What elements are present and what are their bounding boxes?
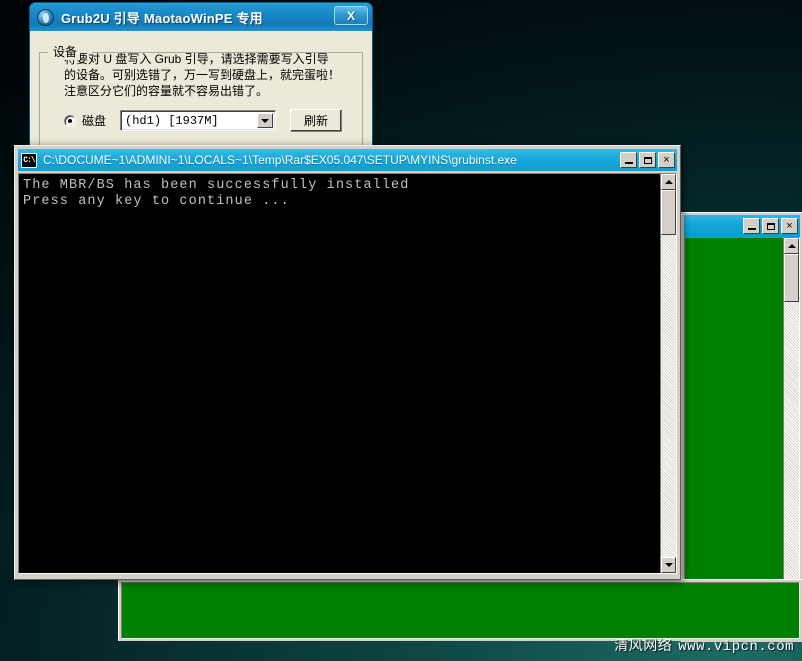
- device-description-line-3: 注意区分它们的容量就不容易出错了。: [64, 84, 269, 98]
- watermark-brand: 清风网络: [614, 637, 673, 653]
- console-window[interactable]: C:\ C:\DOCUME~1\ADMINI~1\LOCALS~1\Temp\R…: [14, 145, 681, 580]
- chevron-down-glyph: [261, 118, 270, 123]
- disk-select[interactable]: (hd1) [1937M]: [120, 110, 277, 131]
- minimize-icon: [624, 162, 633, 164]
- maximize-icon: [766, 222, 775, 230]
- disk-select-value: (hd1) [1937M]: [125, 113, 219, 128]
- desktop: × Grub2U 引导 MaotaoWinPE 专用 X 设备 将要对 U 盘写…: [0, 0, 802, 661]
- minimize-icon: [747, 228, 756, 230]
- console-output-line: Press any key to continue ...: [23, 194, 290, 209]
- background-window[interactable]: ×: [681, 212, 802, 642]
- grub2u-body: 设备 将要对 U 盘写入 Grub 引导，请选择需要写入引导 的设备。可别选错了…: [30, 31, 372, 145]
- close-icon: ×: [663, 153, 670, 166]
- background-window-lower-content: [121, 582, 800, 639]
- background-window-content: [685, 238, 783, 635]
- console-window-buttons: ×: [618, 152, 675, 168]
- disk-radio-button[interactable]: [64, 114, 76, 127]
- console-scroll-thumb[interactable]: [661, 190, 676, 235]
- close-icon: X: [346, 8, 355, 23]
- grub2u-title: Grub2U 引导 MaotaoWinPE 专用: [61, 10, 263, 26]
- background-window-titlebar[interactable]: ×: [684, 215, 800, 237]
- background-window-scroll-thumb[interactable]: [784, 254, 799, 302]
- background-window-lower-band: [118, 579, 802, 641]
- chevron-down-icon[interactable]: [257, 113, 274, 128]
- console-scroll-track[interactable]: [661, 235, 676, 557]
- console-output-line: The MBR/BS has been successfully install…: [23, 178, 410, 193]
- background-window-scroll-up-button[interactable]: [784, 238, 799, 254]
- maximize-icon: [643, 156, 652, 164]
- console-scroll-down-button[interactable]: [661, 557, 676, 573]
- background-window-minimize-button[interactable]: [743, 218, 760, 234]
- refresh-button-label: 刷新: [304, 114, 329, 128]
- console-title: C:\DOCUME~1\ADMINI~1\LOCALS~1\Temp\Rar$E…: [43, 153, 517, 167]
- console-scroll-up-button[interactable]: [661, 174, 676, 190]
- background-window-client: [684, 237, 800, 636]
- scroll-down-icon: [664, 563, 673, 567]
- console-icon: C:\: [21, 152, 37, 168]
- console-client-area: The MBR/BS has been successfully install…: [18, 173, 677, 574]
- background-window-close-button[interactable]: ×: [781, 218, 798, 234]
- groupbox-border-right: [92, 52, 362, 53]
- console-titlebar[interactable]: C:\ C:\DOCUME~1\ADMINI~1\LOCALS~1\Temp\R…: [18, 149, 677, 171]
- groupbox-border-left: [40, 52, 48, 53]
- device-selection-row: 磁盘 (hd1) [1937M] 刷新: [64, 109, 352, 132]
- globe-icon: [37, 8, 54, 26]
- close-icon: ×: [786, 219, 793, 232]
- console-output[interactable]: The MBR/BS has been successfully install…: [19, 174, 660, 573]
- disk-radio-label: 磁盘: [82, 114, 107, 128]
- grub2u-close-button[interactable]: X: [334, 6, 368, 25]
- device-description-line-1: 将要对 U 盘写入 Grub 引导，请选择需要写入引导: [64, 52, 329, 66]
- scroll-up-icon: [664, 180, 673, 184]
- device-description-line-2: 的设备。可别选错了，万一写到硬盘上，就完蛋啦！: [64, 68, 341, 82]
- grub2u-dialog[interactable]: Grub2U 引导 MaotaoWinPE 专用 X 设备 将要对 U 盘写入 …: [29, 2, 373, 146]
- device-groupbox: 设备 将要对 U 盘写入 Grub 引导，请选择需要写入引导 的设备。可别选错了…: [39, 43, 363, 145]
- scroll-up-icon: [787, 244, 796, 248]
- background-window-maximize-button[interactable]: [762, 218, 779, 234]
- device-groupbox-legend: 设备: [50, 43, 81, 60]
- grub2u-titlebar[interactable]: Grub2U 引导 MaotaoWinPE 专用 X: [30, 3, 372, 31]
- watermark-url: www.vipcn.com: [678, 639, 794, 655]
- console-close-button[interactable]: ×: [658, 152, 675, 168]
- refresh-button[interactable]: 刷新: [290, 109, 343, 132]
- console-maximize-button[interactable]: [639, 152, 656, 168]
- watermark: 清风网络 www.vipcn.com: [614, 635, 794, 655]
- console-scrollbar[interactable]: [660, 174, 676, 573]
- background-window-scrollbar[interactable]: [783, 238, 799, 635]
- console-minimize-button[interactable]: [620, 152, 637, 168]
